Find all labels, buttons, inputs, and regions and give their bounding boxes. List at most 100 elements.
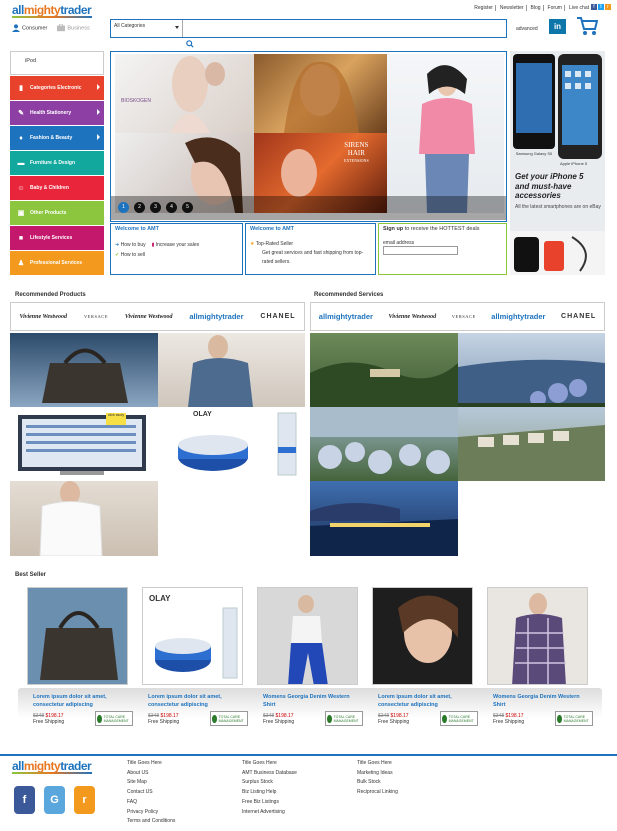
google-icon[interactable]: G [44, 786, 65, 814]
chair-icon: ▬ [17, 159, 25, 167]
advanced-search-link[interactable]: advanced [516, 26, 538, 32]
search-icon[interactable] [186, 40, 194, 50]
facebook-icon[interactable]: f [14, 786, 35, 814]
live-chat-link[interactable]: Live chat [567, 5, 591, 11]
forum-link[interactable]: Forum [546, 5, 565, 11]
seal-text: TOTAL CARE MANAGEMENT [103, 714, 129, 723]
product-image-olay[interactable]: OLAY [158, 407, 305, 481]
accessories-image [510, 231, 605, 275]
sidebar-item-other[interactable]: ▣ Other Products [10, 201, 104, 225]
how-to-sell-link[interactable]: ✔ How to sell [115, 250, 146, 260]
chevron-right-icon [97, 109, 100, 115]
linkedin-icon[interactable]: in [549, 19, 566, 34]
sidebar-item-baby[interactable]: ☺ Baby & Children [10, 176, 104, 200]
footer-link-sitemap[interactable]: Site Map [127, 778, 175, 788]
brand-logo-chanel[interactable]: CHANEL [561, 313, 596, 320]
footer-link-business-database[interactable]: AMT Business Database [242, 769, 297, 779]
facebook-icon[interactable]: f [591, 4, 597, 10]
service-image-garden[interactable] [310, 407, 458, 481]
seal-text: TOTAL CARE MANAGEMENT [563, 714, 589, 723]
increase-sales-link[interactable]: ▮ Increase your sales [152, 240, 200, 260]
sidebar-item-lifestyle[interactable]: ■ Lifestyle Services [10, 226, 104, 250]
footer-link-surplus-stock[interactable]: Surplus Stock [242, 778, 297, 788]
service-image-night-harbor[interactable] [310, 481, 458, 556]
footer-link-contact[interactable]: Contact US [127, 788, 175, 798]
site-logo[interactable]: allmightytrader [12, 3, 92, 17]
smartphone-ad[interactable]: Samsung Galaxy SII Apple iPhone 5 Get yo… [510, 51, 605, 275]
search-input[interactable] [184, 20, 506, 37]
sidebar-item-professional[interactable]: ♟ Professional Services [10, 251, 104, 275]
brand-logo-vivienne-westwood[interactable]: Vivienne Westwood [389, 314, 437, 320]
consumer-option[interactable]: Consumer [12, 24, 47, 32]
brand-logo-chanel[interactable]: CHANEL [260, 313, 295, 320]
register-link[interactable]: Register [472, 5, 496, 11]
product-image-monitor[interactable]: click study [10, 407, 158, 481]
service-image-flowers-sea[interactable] [458, 333, 605, 407]
footer-logo[interactable]: allmightytrader [12, 759, 92, 773]
slider-dot[interactable]: 3 [150, 202, 161, 213]
best-seller-image-plaid-shirt[interactable] [487, 587, 588, 685]
product-image-handbag[interactable] [10, 333, 158, 407]
slider-dot[interactable]: 4 [166, 202, 177, 213]
footer-link-biz-listing-help[interactable]: Biz Listing Help [242, 788, 297, 798]
footer-link-faq[interactable]: FAQ [127, 798, 175, 808]
welcome-title: Welcome to AMT [115, 226, 160, 232]
footer-link-terms[interactable]: Terms and Conditions [127, 817, 175, 827]
sidebar-item-health[interactable]: ✎ Health Stationery [10, 101, 104, 125]
shipping-label: Free Shipping [378, 718, 410, 725]
brand-logo-allmightytrader[interactable]: allmightytrader [189, 312, 243, 320]
footer-link-marketing-ideas[interactable]: Marketing Ideas [357, 769, 398, 779]
sidebar-item-fashion[interactable]: ♦ Fashion & Beauty [10, 126, 104, 150]
blog-link[interactable]: Blog [529, 5, 544, 11]
brand-logo-allmightytrader[interactable]: allmightytrader [491, 312, 545, 320]
sidebar-item-furniture[interactable]: ▬ Furniture & Design [10, 151, 104, 175]
cart-icon[interactable] [576, 16, 598, 36]
logo-part-3: trader [60, 3, 92, 17]
brand-logo-allmightytrader[interactable]: allmightytrader [319, 312, 373, 320]
product-title[interactable]: Lorem ipsum dolor sit amet, consectetur … [148, 693, 248, 709]
slider-dot[interactable]: 5 [182, 202, 193, 213]
brand-strip-services: allmightytrader Vivienne Westwood VERSAC… [310, 302, 605, 331]
footer-link-about[interactable]: About US [127, 769, 175, 779]
electronics-icon: ▮ [19, 85, 23, 92]
product-title[interactable]: Lorem ipsum dolor sit amet, consectetur … [33, 693, 133, 709]
sidebar-item-electronic[interactable]: ▮ Categories Electronic [10, 76, 104, 100]
rss-icon[interactable]: r [74, 786, 95, 814]
product-title[interactable]: Womens Georgia Denim Western Shirt [493, 693, 593, 709]
email-field[interactable] [383, 246, 458, 255]
rss-icon[interactable]: r [605, 4, 611, 10]
best-seller-image-woman-jeans[interactable] [257, 587, 358, 685]
footer-link-bulk-stock[interactable]: Bulk Stock [357, 778, 398, 788]
brand-logo-vivienne-westwood[interactable]: Vivienne Westwood [125, 314, 173, 320]
slider-dot[interactable]: 2 [134, 202, 145, 213]
category-select[interactable]: All Categories [111, 20, 183, 37]
brand-logo-vivienne-westwood[interactable]: Vivienne Westwood [19, 314, 67, 320]
best-seller-image-woman-face[interactable] [372, 587, 473, 685]
top-rated-seller-link[interactable]: ★ Top-Rated Seller [250, 240, 371, 249]
twitter-icon[interactable]: t [598, 4, 604, 10]
best-seller-image-handbag[interactable] [27, 587, 128, 685]
product-title[interactable]: Womens Georgia Denim Western Shirt [263, 693, 363, 709]
how-to-buy-label: How to buy [120, 242, 146, 248]
best-seller-image-olay[interactable]: OLAY [142, 587, 243, 685]
logo-underline [12, 772, 92, 774]
phone2-label: Apple iPhone 5 [560, 161, 588, 166]
footer-link-internet-advertising[interactable]: Internet Advertising [242, 808, 297, 818]
how-to-buy-link[interactable]: ➜ How to buy [115, 240, 146, 250]
brand-logo-versace[interactable]: VERSACE [452, 314, 476, 320]
footer-link-reciprocal-linking[interactable]: Reciprocal Linking [357, 788, 398, 798]
product-title[interactable]: Lorem ipsum dolor sit amet, consectetur … [378, 693, 478, 709]
service-image-villas[interactable] [458, 407, 605, 481]
footer-link-free-biz-listings[interactable]: Free Biz Listings [242, 798, 297, 808]
product-image-denim-shirt[interactable] [158, 333, 305, 407]
sidebar-item-ipod[interactable]: iPod [10, 51, 104, 75]
slider-dot[interactable]: 1 [118, 202, 129, 213]
brand-logo-versace[interactable]: VERSACE [84, 314, 108, 320]
footer-link-privacy[interactable]: Privacy Policy [127, 808, 175, 818]
business-option[interactable]: Business [57, 24, 90, 32]
product-image-white-shirt[interactable] [10, 481, 158, 556]
newsletter-link[interactable]: Newsletter [498, 5, 527, 11]
logo-part-1: all [12, 3, 24, 17]
ad-headline-2: and must-have accessories [515, 182, 572, 200]
service-image-valley[interactable] [310, 333, 458, 407]
